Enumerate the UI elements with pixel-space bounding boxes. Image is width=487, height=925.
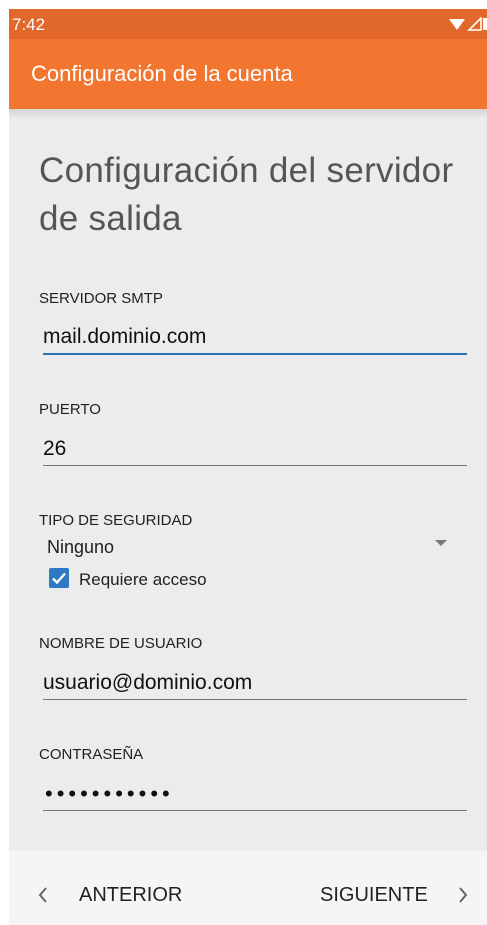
port-input[interactable]: 26 bbox=[43, 437, 467, 461]
status-bar: 7:42 bbox=[9, 9, 487, 39]
chevron-left-icon bbox=[38, 887, 47, 903]
password-input-underline bbox=[43, 810, 467, 811]
chevron-right-icon bbox=[459, 887, 468, 903]
app-bar: Configuración de la cuenta bbox=[9, 39, 487, 109]
dropdown-arrow-icon bbox=[435, 540, 447, 546]
requires-login-label: Requiere acceso bbox=[79, 570, 207, 589]
password-input[interactable]: ••••••••••• bbox=[45, 781, 174, 807]
password-label: CONTRASEÑA bbox=[39, 746, 144, 763]
username-input-underline bbox=[43, 699, 467, 700]
next-label: SIGUIENTE bbox=[320, 884, 428, 906]
app-bar-title: Configuración de la cuenta bbox=[31, 61, 293, 86]
page-heading: Configuración del servidor de salida bbox=[39, 151, 454, 238]
screen: 7:42 Configuración de la cuenta Configur… bbox=[9, 9, 487, 925]
previous-label: ANTERIOR bbox=[79, 884, 183, 906]
username-label: NOMBRE DE USUARIO bbox=[39, 635, 203, 652]
smtp-label: SERVIDOR SMTP bbox=[39, 290, 163, 307]
security-select-value: Ninguno bbox=[47, 537, 115, 557]
security-label: TIPO DE SEGURIDAD bbox=[39, 512, 193, 529]
checkbox-checked-icon bbox=[49, 568, 69, 588]
status-icons bbox=[449, 17, 487, 31]
status-time: 7:42 bbox=[12, 15, 46, 34]
port-label: PUERTO bbox=[39, 401, 101, 418]
port-input-underline bbox=[43, 465, 467, 466]
smtp-input-underline bbox=[43, 353, 467, 355]
smtp-input[interactable]: mail.dominio.com bbox=[43, 325, 467, 349]
wifi-icon bbox=[449, 19, 465, 30]
app-bar-shadow bbox=[9, 109, 487, 119]
signal-icon bbox=[467, 17, 482, 31]
battery-icon bbox=[483, 18, 487, 30]
username-input[interactable]: usuario@dominio.com bbox=[43, 671, 467, 695]
